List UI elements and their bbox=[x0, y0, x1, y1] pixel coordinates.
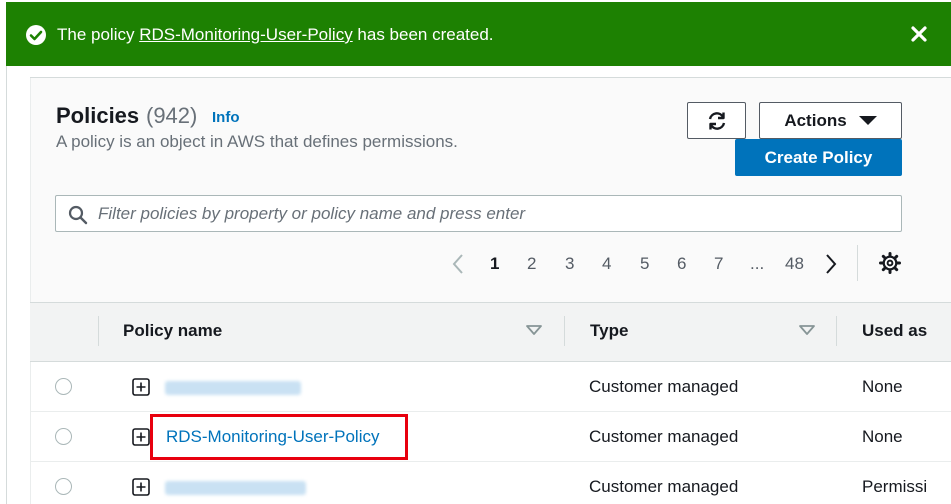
column-header-used-as[interactable]: Used as bbox=[862, 320, 927, 342]
page-number-2[interactable]: 2 bbox=[527, 252, 536, 276]
create-policy-button[interactable]: Create Policy bbox=[735, 139, 902, 176]
chevron-left-icon[interactable] bbox=[449, 253, 467, 275]
column-divider bbox=[836, 316, 837, 346]
expand-plus-icon[interactable] bbox=[132, 428, 150, 446]
flash-policy-link[interactable]: RDS-Monitoring-User-Policy bbox=[139, 25, 353, 44]
search-icon bbox=[68, 205, 88, 225]
row-select-radio[interactable] bbox=[55, 378, 72, 395]
sort-caret-icon[interactable] bbox=[526, 325, 542, 335]
filter-policies-input[interactable] bbox=[98, 196, 888, 231]
page-number-4[interactable]: 4 bbox=[602, 252, 611, 276]
annotation-highlight-box bbox=[150, 414, 408, 460]
column-header-type[interactable]: Type bbox=[590, 320, 628, 342]
used-as-cell: None bbox=[862, 377, 903, 396]
success-flash-banner: The policy RDS-Monitoring-User-Policy ha… bbox=[6, 2, 951, 66]
caret-down-icon bbox=[858, 116, 877, 125]
settings-gear-icon[interactable] bbox=[878, 251, 902, 275]
filter-search-box[interactable] bbox=[55, 195, 902, 232]
flash-message-prefix: The policy bbox=[57, 25, 140, 44]
close-icon[interactable] bbox=[907, 22, 931, 46]
row-divider bbox=[30, 461, 951, 462]
info-link[interactable]: Info bbox=[212, 109, 240, 127]
row-divider bbox=[30, 411, 951, 412]
row-select-radio[interactable] bbox=[55, 478, 72, 495]
used-as-cell: None bbox=[862, 427, 903, 446]
actions-button-label: Actions bbox=[784, 110, 847, 130]
policy-type-cell: Customer managed bbox=[589, 377, 739, 396]
chevron-right-icon[interactable] bbox=[822, 253, 840, 275]
page-number-5[interactable]: 5 bbox=[640, 252, 649, 276]
page-number-48[interactable]: 48 bbox=[785, 252, 804, 276]
page-description: A policy is an object in AWS that define… bbox=[56, 132, 458, 151]
redacted-policy-name bbox=[165, 481, 306, 495]
flash-message: The policy RDS-Monitoring-User-Policy ha… bbox=[57, 24, 494, 46]
refresh-icon bbox=[708, 111, 725, 130]
expand-plus-icon[interactable] bbox=[132, 378, 150, 396]
page-left-border bbox=[6, 66, 7, 504]
flash-message-suffix: has been created. bbox=[352, 25, 494, 44]
row-select-radio[interactable] bbox=[55, 428, 72, 445]
used-as-cell: Permissi bbox=[862, 477, 928, 496]
page-number-3[interactable]: 3 bbox=[565, 252, 574, 276]
redacted-policy-name bbox=[165, 381, 301, 395]
page-number-1[interactable]: 1 bbox=[490, 252, 499, 276]
refresh-button[interactable] bbox=[687, 102, 746, 139]
policy-count: (942) bbox=[146, 103, 198, 128]
page-number-6[interactable]: 6 bbox=[677, 252, 686, 276]
policy-type-cell: Customer managed bbox=[589, 477, 739, 496]
pagination-divider bbox=[857, 245, 858, 281]
policy-type-cell: Customer managed bbox=[589, 427, 739, 446]
column-divider bbox=[564, 316, 565, 346]
column-header-policy-name[interactable]: Policy name bbox=[123, 320, 222, 342]
column-divider bbox=[98, 316, 99, 346]
actions-dropdown-button[interactable]: Actions bbox=[759, 102, 902, 139]
expand-plus-icon[interactable] bbox=[132, 478, 150, 496]
check-circle-icon bbox=[26, 25, 46, 45]
container-left-border bbox=[30, 78, 31, 504]
page-number-7[interactable]: 7 bbox=[714, 252, 723, 276]
page-ellipsis: ... bbox=[750, 254, 765, 273]
page-title: Policies bbox=[56, 103, 140, 128]
sort-caret-icon[interactable] bbox=[799, 325, 815, 335]
